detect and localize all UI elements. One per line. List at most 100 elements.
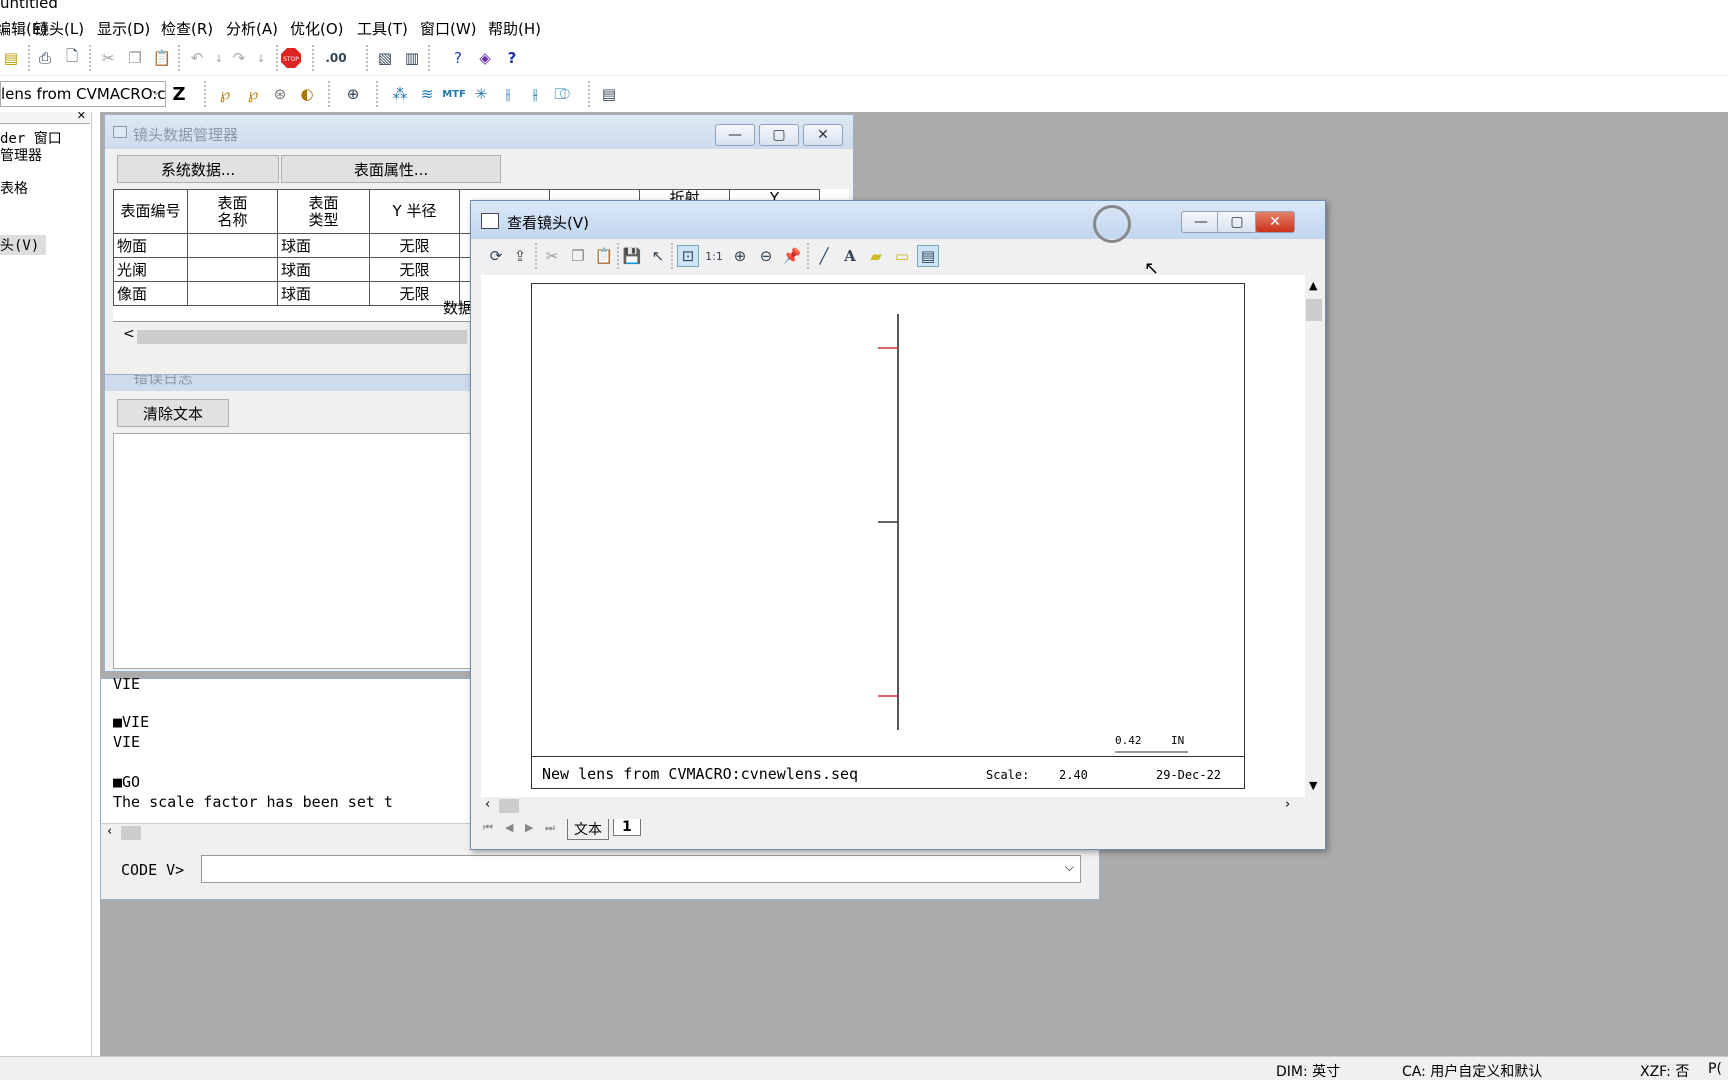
cell[interactable]: 物面 xyxy=(113,233,188,258)
next-page-icon[interactable]: ▶ xyxy=(525,821,533,834)
collapse-icon[interactable]: ■ xyxy=(113,713,122,731)
print-preview-icon[interactable]: 🗋 xyxy=(61,47,83,69)
scroll-up-icon[interactable]: ▲ xyxy=(1309,279,1317,292)
book-icon[interactable]: ◈ xyxy=(474,47,496,69)
minimize-button[interactable]: — xyxy=(715,124,755,146)
pin-icon[interactable]: 📌 xyxy=(781,245,803,267)
eraser-icon[interactable]: ▰ xyxy=(865,245,887,267)
menu-window[interactable]: 窗口(W) xyxy=(420,18,477,39)
first-page-icon[interactable]: ⏮ xyxy=(483,821,493,835)
line-icon[interactable]: ╱ xyxy=(813,245,835,267)
print-icon[interactable]: ⎙ xyxy=(34,47,56,69)
text-icon[interactable]: A xyxy=(839,245,861,267)
clear-text-button[interactable]: 清除文本 xyxy=(117,399,229,427)
undo-icon[interactable]: ↶ xyxy=(186,47,208,69)
redo-icon[interactable]: ↷ xyxy=(228,47,250,69)
close-button[interactable]: ✕ xyxy=(803,124,843,146)
copy-icon[interactable]: ❐ xyxy=(124,47,146,69)
cut-icon[interactable]: ✂ xyxy=(541,245,563,267)
refresh-icon[interactable]: ⟳ xyxy=(485,245,507,267)
export-icon[interactable]: ⇪ xyxy=(509,245,531,267)
focus-icon[interactable]: ⊕ xyxy=(342,83,364,105)
vertical-scrollbar[interactable]: ▲ ▼ xyxy=(1305,275,1323,797)
close-button[interactable]: ✕ xyxy=(1255,211,1295,233)
zoom-1to1-icon[interactable]: 1:1 xyxy=(703,245,725,267)
spot-diagram-icon[interactable]: ⁂ xyxy=(389,83,411,105)
column-header[interactable]: 表面 类型 xyxy=(277,189,370,234)
scroll-right-icon[interactable]: › xyxy=(1285,797,1290,812)
last-page-icon[interactable]: ⏭ xyxy=(545,821,555,835)
tab-1[interactable]: 1 xyxy=(613,819,641,836)
tab-text[interactable]: 文本 xyxy=(567,819,609,840)
decimal-icon[interactable]: .00 xyxy=(325,47,347,69)
ray-fan-yz-icon[interactable]: ℘ xyxy=(214,83,236,105)
star-icon[interactable]: ✳ xyxy=(470,83,492,105)
through-focus-icon[interactable]: ⫲ xyxy=(497,83,519,105)
cell[interactable]: 无限 xyxy=(369,233,460,258)
column-header[interactable]: 表面 名称 xyxy=(187,189,278,234)
menu-review[interactable]: 检查(R) xyxy=(161,18,213,39)
ray-fan-xz-icon[interactable]: ℘ xyxy=(242,83,264,105)
menu-lens[interactable]: 镜头(L) xyxy=(34,18,84,39)
menu-analysis[interactable]: 分析(A) xyxy=(226,18,278,39)
zoom-out-icon[interactable]: ⊖ xyxy=(755,245,777,267)
copy-icon[interactable]: ❐ xyxy=(567,245,589,267)
minimize-button[interactable]: — xyxy=(1181,211,1221,233)
menu-help[interactable]: 帮助(H) xyxy=(488,18,541,39)
cell[interactable] xyxy=(187,281,278,306)
scrollbar-thumb[interactable] xyxy=(499,799,519,813)
macro-combo[interactable]: lens from CVMACRO:c ⌵ xyxy=(0,81,166,107)
paste-icon[interactable]: 📋 xyxy=(593,245,615,267)
help-icon[interactable]: ? xyxy=(447,47,469,69)
paste-icon[interactable]: 📋 xyxy=(151,47,173,69)
save-icon[interactable]: 💾 xyxy=(621,245,643,267)
maximize-button[interactable]: ▢ xyxy=(759,124,799,146)
undo-dropdown-icon[interactable]: ↓ xyxy=(208,47,230,69)
cell[interactable]: 球面 xyxy=(277,257,370,282)
cell[interactable] xyxy=(187,233,278,258)
tree-item[interactable]: 表格 xyxy=(0,178,28,198)
column-header[interactable]: 表面编号 xyxy=(113,189,188,234)
lens-drawing-canvas[interactable]: 0.42 IN New lens from CVMACRO:cvnewlens.… xyxy=(481,275,1305,797)
cut-icon[interactable]: ✂ xyxy=(97,47,119,69)
scroll-left-icon[interactable]: ‹ xyxy=(107,824,112,839)
chart-icon[interactable]: ▧ xyxy=(374,47,396,69)
ruler-icon[interactable]: ▭ xyxy=(891,245,913,267)
stop-icon[interactable]: STOP xyxy=(280,47,302,69)
cell[interactable] xyxy=(187,257,278,282)
pointer-icon[interactable]: ↖ xyxy=(647,245,669,267)
column-header[interactable]: Y 半径 xyxy=(369,189,460,234)
scroll-down-icon[interactable]: ▼ xyxy=(1309,779,1317,792)
layout-icon[interactable]: ▥ xyxy=(401,47,423,69)
z-button[interactable]: Z xyxy=(168,83,190,105)
spot-icon[interactable]: ⊛ xyxy=(269,83,291,105)
new-icon[interactable]: ▤ xyxy=(0,47,22,69)
cell[interactable]: 球面 xyxy=(277,281,370,306)
chevron-down-icon[interactable]: ⌵ xyxy=(1065,860,1074,875)
cell[interactable]: 光阑 xyxy=(113,257,188,282)
psf-icon[interactable]: ⎄ xyxy=(551,83,573,105)
cell[interactable]: 无限 xyxy=(369,257,460,282)
zoom-in-icon[interactable]: ⊕ xyxy=(729,245,751,267)
menu-display[interactable]: 显示(D) xyxy=(97,18,150,39)
redo-dropdown-icon[interactable]: ↓ xyxy=(250,47,272,69)
field-curve-icon[interactable]: ≋ xyxy=(416,83,438,105)
mtf-icon[interactable]: MTF xyxy=(442,83,466,105)
zoom-box-icon[interactable]: ⊡ xyxy=(677,245,699,267)
tree-item-selected[interactable]: 头(V) xyxy=(0,235,46,255)
lens-icon[interactable]: ◐ xyxy=(296,83,318,105)
scroll-left-icon[interactable]: < xyxy=(123,326,135,342)
tree-item[interactable]: 管理器 xyxy=(0,145,42,165)
horizontal-scrollbar[interactable]: ‹ › xyxy=(481,797,1305,815)
maximize-button[interactable]: ▢ xyxy=(1217,211,1257,233)
close-icon[interactable]: ✕ xyxy=(77,109,86,122)
prev-page-icon[interactable]: ◀ xyxy=(505,821,513,834)
command-input[interactable]: ⌵ xyxy=(201,855,1081,883)
layers-icon[interactable]: ▤ xyxy=(917,245,939,267)
cell[interactable]: 球面 xyxy=(277,233,370,258)
scrollbar-thumb[interactable] xyxy=(121,826,141,840)
system-data-button[interactable]: 系统数据... xyxy=(117,155,279,183)
menu-tools[interactable]: 工具(T) xyxy=(357,18,408,39)
scrollbar-thumb[interactable] xyxy=(137,330,467,344)
cell[interactable]: 像面 xyxy=(113,281,188,306)
